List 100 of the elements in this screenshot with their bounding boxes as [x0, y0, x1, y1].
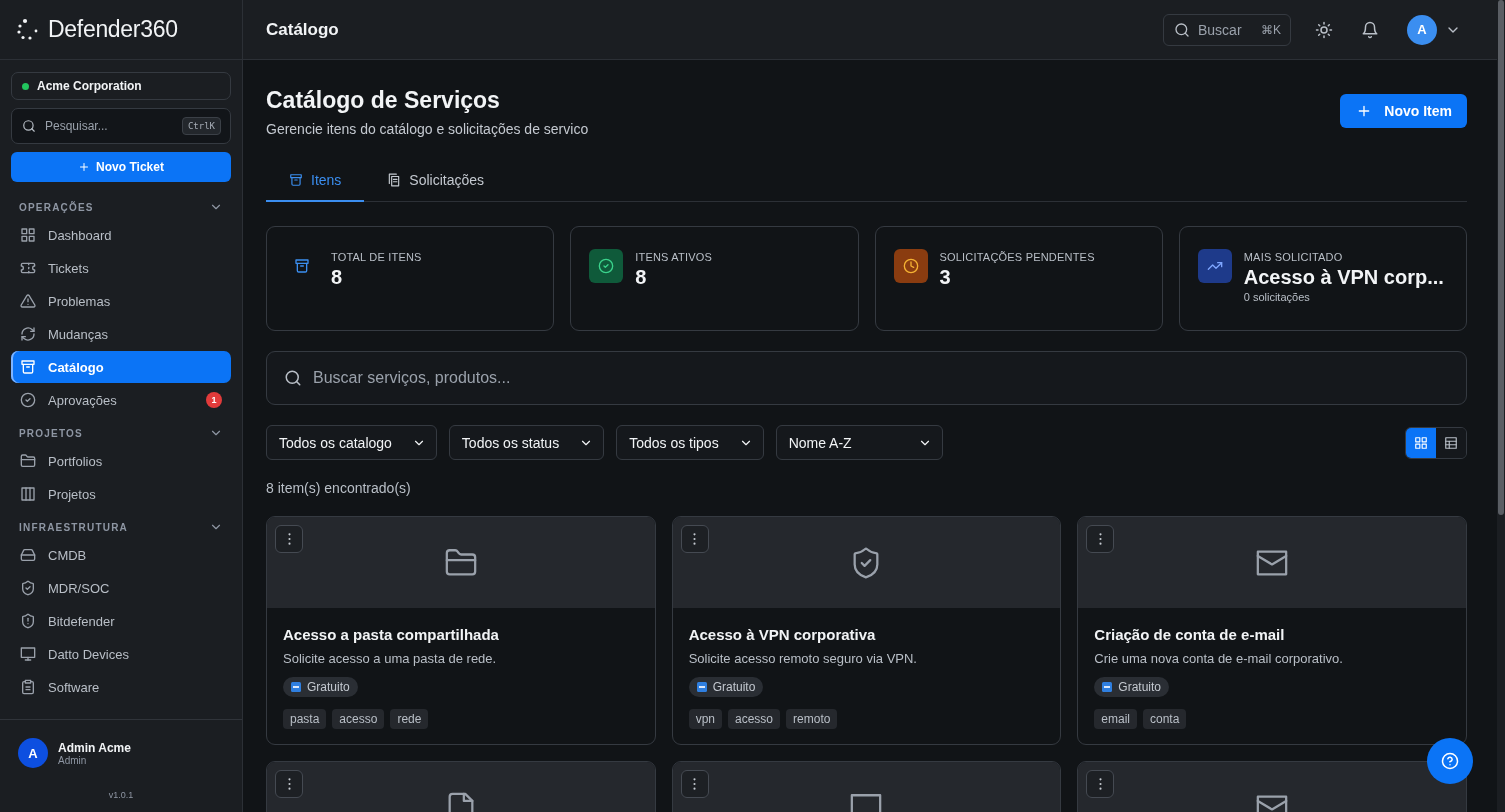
filter-dropdown[interactable]: Todos os status	[448, 425, 605, 460]
sidebar-item[interactable]: Datto Devices	[11, 638, 231, 670]
stat-value: 3	[939, 266, 952, 289]
tag: vpn	[688, 709, 722, 729]
version-label: v1.0.1	[108, 790, 134, 800]
scrollbar[interactable]	[1497, 0, 1505, 812]
stat-label: MAIS SOLICITADO	[1243, 251, 1344, 263]
table-view-button[interactable]	[1436, 427, 1466, 458]
sidebar-item[interactable]: Catálogo	[11, 351, 231, 383]
table-icon	[1444, 435, 1458, 450]
tab[interactable]: Itens	[266, 162, 365, 202]
section-heading: PROJETOS	[19, 427, 83, 439]
result-count: 8 item(s) encontrado(s)	[266, 480, 412, 496]
free-icon	[291, 682, 301, 692]
filter-dropdown[interactable]: Nome A-Z	[775, 425, 943, 460]
search-icon	[22, 119, 36, 133]
shortcut-hint: ⌘K	[1261, 22, 1281, 37]
shield-check-icon	[20, 580, 36, 596]
more-icon	[1098, 533, 1102, 545]
more-icon	[693, 778, 697, 790]
search-icon	[284, 369, 302, 387]
card-description: Solicite acesso a uma pasta de rede.	[283, 651, 497, 666]
sidebar-item[interactable]: CMDB	[11, 539, 231, 571]
sidebar-item[interactable]: Tickets	[11, 252, 231, 284]
columns-icon	[20, 486, 36, 502]
subtitle: Gerencie itens do catálogo e solicitações de servico	[266, 121, 589, 137]
clock-icon	[902, 258, 919, 274]
price-badge: Gratuito	[1094, 677, 1169, 697]
archive-icon	[20, 359, 36, 375]
files-icon	[387, 173, 402, 187]
sidebar-item[interactable]: Projetos	[11, 478, 231, 510]
filter-dropdown[interactable]: Todos os tipos	[616, 425, 764, 460]
tab[interactable]: Solicitações	[364, 162, 508, 202]
sidebar-item[interactable]: Dashboard	[11, 219, 231, 251]
catalog-card[interactable]: Acesso à VPN corporativa Solicite acesso remoto seguro via VPN. Gratuito vpn acesso remoto	[671, 516, 1062, 745]
catalog-card[interactable]: Criação de conta de e-mail Crie uma nova conta de e-mail corporativo. Gratuito email conta	[1077, 516, 1467, 745]
sidebar-item[interactable]: Portfolios	[11, 445, 231, 477]
card-title: Acesso à VPN corporativa	[688, 626, 876, 643]
tag: rede	[390, 709, 429, 729]
stat-value: 8	[331, 266, 344, 289]
user-name: Admin Acme	[58, 740, 131, 755]
section-heading: OPERAÇÕES	[19, 201, 94, 213]
shield-alert-icon	[20, 613, 36, 629]
archive-icon	[289, 173, 303, 187]
catalog-card[interactable]: Acesso a pasta compartilhada Solicite acesso a uma pasta de rede. Gratuito pasta acesso rede	[266, 516, 656, 745]
theme-icon[interactable]	[1315, 20, 1333, 39]
price-badge: Gratuito	[283, 677, 358, 697]
stat-label: TOTAL DE ITENS	[331, 251, 422, 263]
notification-icon[interactable]	[1361, 20, 1379, 39]
folder-icon	[20, 453, 36, 469]
clipboard-icon	[20, 679, 36, 695]
stat-note: 0 solicitações	[1243, 291, 1311, 303]
grid-view-button[interactable]	[1406, 427, 1436, 458]
card-description: Solicite acesso remoto seguro via VPN.	[688, 651, 917, 666]
tag: acesso	[728, 709, 781, 729]
more-button[interactable]	[275, 770, 303, 798]
more-icon	[1098, 778, 1102, 790]
stat-value: 8	[635, 266, 648, 289]
card-title: Acesso a pasta compartilhada	[283, 626, 499, 643]
more-icon	[287, 533, 291, 545]
more-icon	[693, 533, 697, 545]
shortcut-hint: CtrlK	[181, 117, 221, 135]
count-badge: 1	[206, 392, 222, 408]
sidebar-item[interactable]: Mudanças	[11, 318, 231, 350]
sidebar-item[interactable]: Software	[11, 671, 231, 703]
free-icon	[1102, 682, 1113, 692]
stat-label: ITENS ATIVOS	[635, 251, 713, 263]
monitor-icon	[20, 646, 36, 662]
ticket-icon	[20, 260, 36, 276]
new-item-button[interactable]: Novo Item	[1340, 94, 1467, 128]
drive-icon	[20, 547, 36, 563]
page-title: Catálogo	[266, 19, 339, 40]
heading: Catálogo de Serviços	[266, 86, 501, 114]
tag: email	[1094, 709, 1137, 729]
search-icon	[1174, 21, 1190, 38]
more-icon	[287, 778, 291, 790]
tag: conta	[1143, 709, 1187, 729]
new-ticket-button[interactable]: Novo Ticket	[11, 152, 231, 182]
brand-name: Defender360	[48, 16, 178, 43]
tag: acesso	[332, 709, 385, 729]
sidebar-item[interactable]: Aprovações 1	[11, 384, 231, 416]
stat-label: SOLICITAÇÕES PENDENTES	[939, 251, 1095, 263]
tag: remoto	[786, 709, 838, 729]
plus-icon	[78, 161, 91, 173]
logo-icon	[16, 17, 40, 42]
search-field[interactable]: Buscar serviços, produtos...	[266, 351, 1467, 405]
grid-icon	[20, 227, 36, 243]
avatar[interactable]: A	[18, 738, 48, 768]
grid-icon	[1414, 435, 1428, 450]
card-description: Crie uma nova conta de e-mail corporativo.	[1094, 651, 1343, 666]
more-button[interactable]	[275, 525, 303, 553]
sidebar-item[interactable]: MDR/SOC	[11, 572, 231, 604]
sidebar-item[interactable]: Problemas	[11, 285, 231, 317]
filter-dropdown[interactable]: Todos os catalogo	[266, 425, 437, 460]
sidebar-item[interactable]: Bitdefender	[11, 605, 231, 637]
organization-selector[interactable]: Acme Corporation	[11, 72, 231, 100]
archive-icon	[294, 258, 310, 274]
stat-value: Acesso à VPN corp...	[1243, 266, 1444, 289]
tag: pasta	[283, 709, 327, 729]
refresh-icon	[20, 326, 36, 342]
